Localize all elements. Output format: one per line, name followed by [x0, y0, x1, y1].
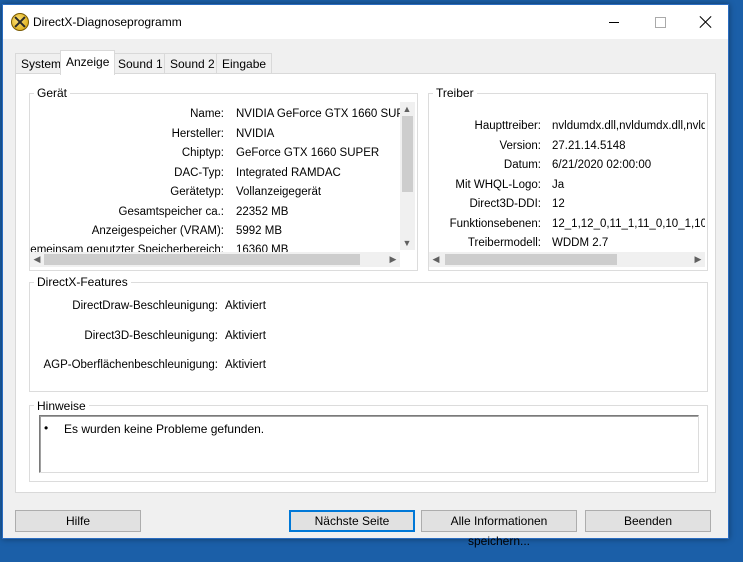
device-group-title: Gerät	[34, 86, 71, 100]
driver-date-label: Datum:	[503, 159, 541, 171]
scroll-right-icon[interactable]: ▶	[386, 252, 400, 266]
agp-acceleration-value: Aktiviert	[225, 359, 266, 371]
next-page-button[interactable]: Nächste Seite	[289, 510, 415, 532]
device-vertical-scrollbar[interactable]: ▲ ▼	[400, 102, 415, 250]
driver-group-title: Treiber	[433, 86, 477, 100]
minimize-icon	[609, 21, 619, 23]
title-bar[interactable]: DirectX-Diagnoseprogramm	[3, 5, 728, 39]
tab-sound-2[interactable]: Sound 2	[164, 53, 221, 74]
main-driver-value: nvldumdx.dll,nvldumdx.dll,nvldumdx.dll,n…	[552, 120, 705, 132]
minimize-button[interactable]	[591, 5, 637, 39]
driver-version-value: 27.21.14.5148	[552, 140, 626, 152]
scroll-up-icon[interactable]: ▲	[400, 102, 414, 116]
scroll-right-icon[interactable]: ▶	[691, 252, 705, 266]
maximize-button[interactable]	[637, 5, 683, 39]
device-info-list: Name: NVIDIA GeForce GTX 1660 SUPER Hers…	[30, 104, 400, 252]
maximize-icon	[654, 16, 666, 28]
driver-horizontal-scroll-thumb[interactable]	[445, 254, 617, 265]
device-vertical-scroll-thumb[interactable]	[402, 116, 413, 192]
agp-acceleration-label: AGP-Oberflächenbeschleunigung:	[43, 359, 218, 371]
bullet-icon: •	[44, 421, 49, 435]
notes-item: Es wurden keine Probleme gefunden.	[64, 422, 265, 436]
notes-group-title: Hinweise	[34, 399, 89, 413]
main-driver-label: Haupttreiber:	[474, 120, 541, 132]
vram-label: Anzeigespeicher (VRAM):	[91, 225, 224, 237]
notes-list[interactable]: • Es wurden keine Probleme gefunden.	[39, 415, 699, 473]
direct3d-acceleration-label: Direct3D-Beschleunigung:	[84, 330, 218, 342]
vram-value: 5992 MB	[236, 225, 283, 237]
manufacturer-value: NVIDIA	[236, 128, 275, 140]
driver-version-label: Version:	[499, 140, 541, 152]
scroll-down-icon[interactable]: ▼	[400, 236, 414, 250]
scroll-left-icon[interactable]: ◀	[429, 252, 443, 266]
device-type-label: Gerätetyp:	[170, 186, 224, 198]
dac-type-value: Integrated RAMDAC	[236, 167, 341, 179]
directx-icon	[11, 13, 29, 31]
device-type-value: Vollanzeigegerät	[236, 186, 322, 198]
dac-type-label: DAC-Typ:	[174, 167, 224, 179]
driver-model-value: WDDM 2.7	[552, 237, 609, 249]
chip-type-value: GeForce GTX 1660 SUPER	[236, 147, 380, 159]
device-horizontal-scrollbar[interactable]: ◀ ▶	[30, 252, 400, 267]
directdraw-acceleration-value: Aktiviert	[225, 300, 266, 312]
dxdiag-window: DirectX-Diagnoseprogramm System Anzeige …	[2, 4, 729, 548]
exit-button[interactable]: Beenden	[585, 510, 711, 532]
device-horizontal-scroll-thumb[interactable]	[44, 254, 360, 265]
driver-horizontal-scrollbar[interactable]: ◀ ▶	[429, 252, 705, 267]
tab-anzeige[interactable]: Anzeige	[60, 50, 116, 75]
scroll-left-icon[interactable]: ◀	[30, 252, 44, 266]
device-name-label: Name:	[190, 108, 224, 120]
close-button[interactable]	[683, 5, 729, 39]
total-memory-value: 22352 MB	[236, 206, 289, 218]
tab-eingabe[interactable]: Eingabe	[216, 53, 273, 74]
total-memory-label: Gesamtspeicher ca.:	[118, 206, 224, 218]
shared-memory-label: Gemeinsam genutzter Speicherbereich:	[30, 244, 224, 252]
direct3d-acceleration-value: Aktiviert	[225, 330, 266, 342]
help-button[interactable]: Hilfe	[15, 510, 141, 532]
direct3d-ddi-value: 12	[552, 198, 565, 210]
manufacturer-label: Hersteller:	[171, 128, 224, 140]
save-all-information-button[interactable]: Alle Informationen speichern...	[421, 510, 577, 548]
driver-info-list: Haupttreiber: nvldumdx.dll,nvldumdx.dll,…	[429, 110, 705, 252]
tab-sound-1[interactable]: Sound 1	[112, 53, 169, 74]
directdraw-acceleration-label: DirectDraw-Beschleunigung:	[72, 300, 218, 312]
feature-levels-label: Funktionsebenen:	[449, 218, 541, 230]
driver-date-value: 6/21/2020 02:00:00	[552, 159, 652, 171]
direct3d-ddi-label: Direct3D-DDI:	[469, 198, 541, 210]
shared-memory-value: 16360 MB	[236, 244, 289, 252]
driver-model-label: Treibermodell:	[467, 237, 541, 249]
whql-logo-label: Mit WHQL-Logo:	[455, 179, 541, 191]
chip-type-label: Chiptyp:	[181, 147, 224, 159]
whql-logo-value: Ja	[552, 179, 565, 191]
close-icon	[700, 16, 712, 28]
feature-levels-value: 12_1,12_0,11_1,11_0,10_1,10_0,9_3	[552, 218, 705, 230]
device-name-value: NVIDIA GeForce GTX 1660 SUPER	[236, 108, 400, 120]
directx-features-title: DirectX-Features	[34, 275, 131, 289]
window-title: DirectX-Diagnoseprogramm	[33, 15, 182, 29]
